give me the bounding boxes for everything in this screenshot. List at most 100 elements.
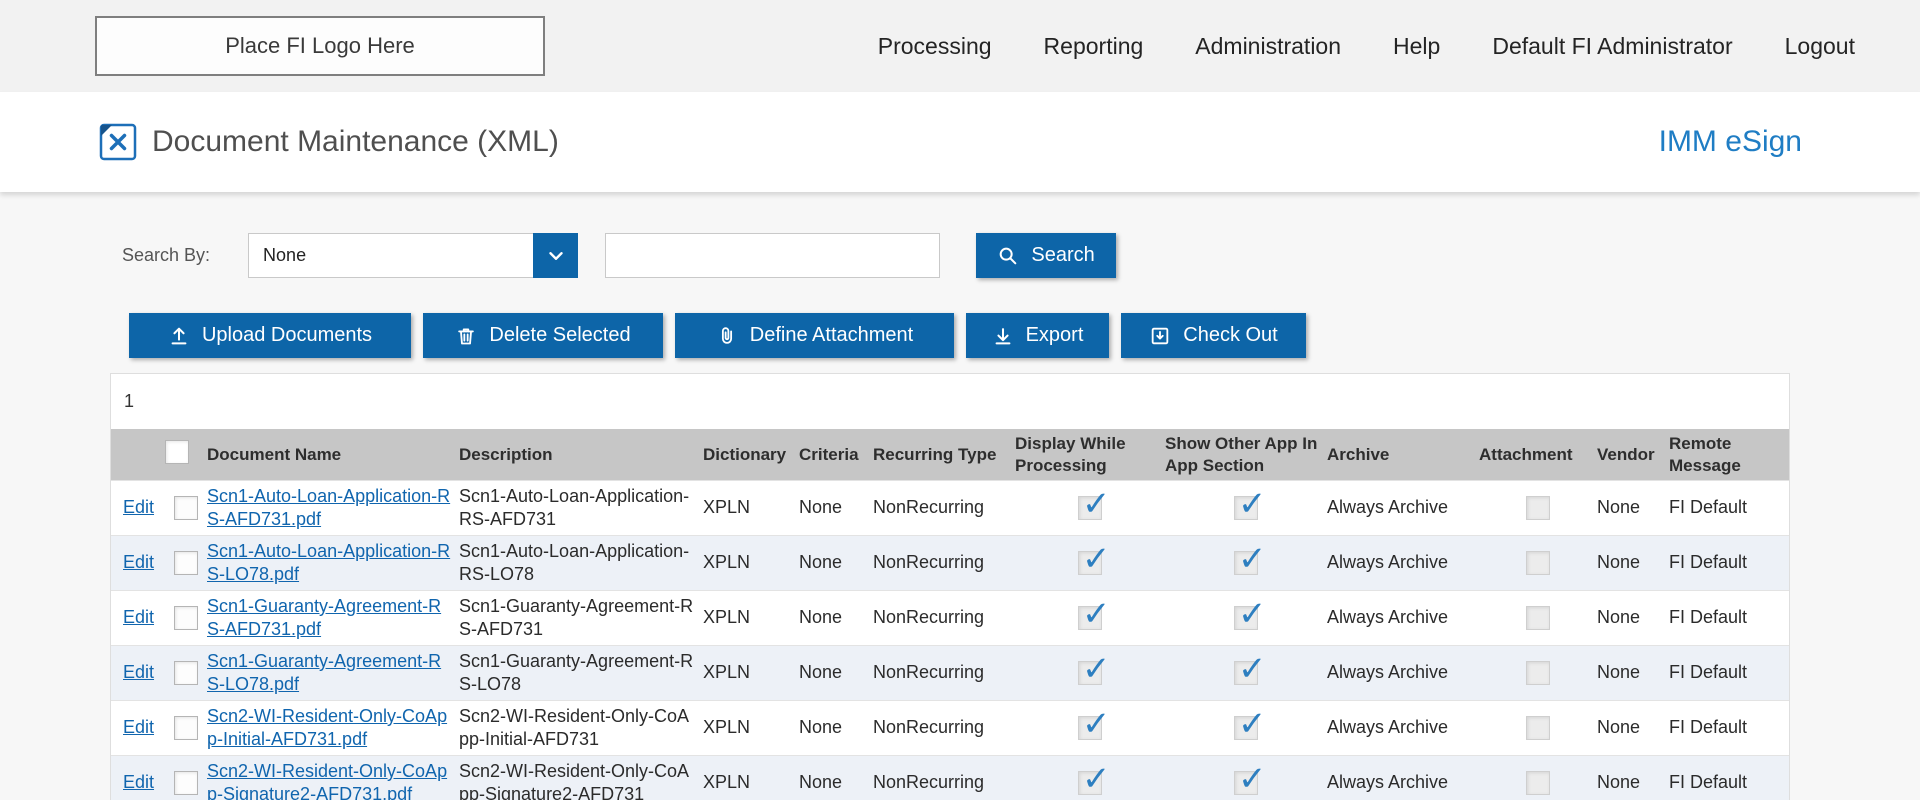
search-button[interactable]: Search xyxy=(976,233,1116,278)
column-show-other-app: Show Other App In App Section xyxy=(1165,433,1327,476)
table-row: Edit Scn2-WI-Resident-Only-CoApp-Initial… xyxy=(111,700,1789,755)
check-out-button[interactable]: Check Out xyxy=(1121,313,1306,358)
upload-icon xyxy=(168,325,190,347)
dropdown-arrow-button[interactable] xyxy=(533,233,578,278)
define-attachment-button[interactable]: Define Attachment xyxy=(675,313,954,358)
page-title: Document Maintenance (XML) xyxy=(152,125,559,159)
nav-administration[interactable]: Administration xyxy=(1195,33,1341,60)
row-checkbox[interactable] xyxy=(174,716,198,740)
delete-selected-button[interactable]: Delete Selected xyxy=(423,313,663,358)
pagination-bar: 1 xyxy=(111,374,1789,429)
table-row: Edit Scn1-Auto-Loan-Application-RS-LO78.… xyxy=(111,535,1789,590)
column-recurring-type: Recurring Type xyxy=(873,444,1015,465)
upload-documents-label: Upload Documents xyxy=(202,324,372,347)
document-name-link[interactable]: Scn2-WI-Resident-Only-CoApp-Initial-AFD7… xyxy=(207,706,447,749)
edit-link[interactable]: Edit xyxy=(123,717,154,737)
dictionary-cell: XPLN xyxy=(703,606,799,629)
page-number[interactable]: 1 xyxy=(124,391,134,412)
nav-default-fi-administrator[interactable]: Default FI Administrator xyxy=(1492,33,1732,60)
column-display-while-processing: Display While Processing xyxy=(1015,433,1165,476)
document-name-link[interactable]: Scn1-Guaranty-Agreement-RS-AFD731.pdf xyxy=(207,596,441,639)
show-other-app-checkbox[interactable]: ✓ xyxy=(1234,771,1258,795)
criteria-cell: None xyxy=(799,606,873,629)
check-out-label: Check Out xyxy=(1183,324,1277,347)
edit-link[interactable]: Edit xyxy=(123,497,154,517)
display-while-processing-checkbox[interactable]: ✓ xyxy=(1078,716,1102,740)
export-button[interactable]: Export xyxy=(966,313,1109,358)
search-input[interactable] xyxy=(605,233,940,278)
description-cell: Scn1-Auto-Loan-Application-RS-AFD731 xyxy=(459,485,703,531)
edit-link[interactable]: Edit xyxy=(123,552,154,572)
dictionary-cell: XPLN xyxy=(703,716,799,739)
archive-cell: Always Archive xyxy=(1327,771,1479,794)
search-by-dropdown[interactable]: None xyxy=(248,233,578,278)
display-while-processing-checkbox[interactable]: ✓ xyxy=(1078,771,1102,795)
document-name-link[interactable]: Scn1-Auto-Loan-Application-RS-AFD731.pdf xyxy=(207,486,450,529)
archive-cell: Always Archive xyxy=(1327,716,1479,739)
edit-link[interactable]: Edit xyxy=(123,662,154,682)
show-other-app-checkbox[interactable]: ✓ xyxy=(1234,551,1258,575)
document-name-link[interactable]: Scn2-WI-Resident-Only-CoApp-Signature2-A… xyxy=(207,761,447,800)
attachment-checkbox[interactable] xyxy=(1526,661,1550,685)
row-checkbox[interactable] xyxy=(174,771,198,795)
row-checkbox[interactable] xyxy=(174,551,198,575)
upload-documents-button[interactable]: Upload Documents xyxy=(129,313,411,358)
description-cell: Scn1-Guaranty-Agreement-RS-AFD731 xyxy=(459,595,703,641)
remote-message-cell: FI Default xyxy=(1669,771,1789,794)
fi-logo-placeholder: Place FI Logo Here xyxy=(95,16,545,76)
edit-link[interactable]: Edit xyxy=(123,607,154,627)
trash-icon xyxy=(455,325,477,347)
checked-icon: ✓ xyxy=(1082,593,1111,637)
table-row: Edit Scn1-Guaranty-Agreement-RS-AFD731.p… xyxy=(111,590,1789,645)
row-checkbox[interactable] xyxy=(174,661,198,685)
actions-row: Upload Documents Delete Selected Define … xyxy=(129,313,1920,358)
vendor-cell: None xyxy=(1597,661,1669,684)
remote-message-cell: FI Default xyxy=(1669,551,1789,574)
show-other-app-checkbox[interactable]: ✓ xyxy=(1234,716,1258,740)
column-dictionary: Dictionary xyxy=(703,444,799,465)
column-criteria: Criteria xyxy=(799,444,873,465)
paperclip-icon xyxy=(716,325,738,347)
select-all-checkbox[interactable] xyxy=(165,440,189,464)
vendor-cell: None xyxy=(1597,551,1669,574)
nav-reporting[interactable]: Reporting xyxy=(1044,33,1144,60)
criteria-cell: None xyxy=(799,551,873,574)
attachment-checkbox[interactable] xyxy=(1526,771,1550,795)
row-checkbox[interactable] xyxy=(174,496,198,520)
top-bar: Place FI Logo Here Processing Reporting … xyxy=(0,0,1920,92)
row-checkbox[interactable] xyxy=(174,606,198,630)
show-other-app-checkbox[interactable]: ✓ xyxy=(1234,606,1258,630)
main-content: Search By: None Search xyxy=(0,192,1920,800)
column-attachment: Attachment xyxy=(1479,444,1597,465)
archive-cell: Always Archive xyxy=(1327,496,1479,519)
attachment-checkbox[interactable] xyxy=(1526,496,1550,520)
recurring-type-cell: NonRecurring xyxy=(873,661,1015,684)
remote-message-cell: FI Default xyxy=(1669,716,1789,739)
attachment-checkbox[interactable] xyxy=(1526,716,1550,740)
show-other-app-checkbox[interactable]: ✓ xyxy=(1234,661,1258,685)
define-attachment-label: Define Attachment xyxy=(750,324,913,347)
nav-logout[interactable]: Logout xyxy=(1785,33,1855,60)
display-while-processing-checkbox[interactable]: ✓ xyxy=(1078,606,1102,630)
dictionary-cell: XPLN xyxy=(703,551,799,574)
export-icon xyxy=(992,325,1014,347)
display-while-processing-checkbox[interactable]: ✓ xyxy=(1078,551,1102,575)
description-cell: Scn1-Guaranty-Agreement-RS-LO78 xyxy=(459,650,703,696)
checked-icon: ✓ xyxy=(1238,593,1267,637)
description-cell: Scn1-Auto-Loan-Application-RS-LO78 xyxy=(459,540,703,586)
nav-processing[interactable]: Processing xyxy=(878,33,992,60)
display-while-processing-checkbox[interactable]: ✓ xyxy=(1078,496,1102,520)
nav-help[interactable]: Help xyxy=(1393,33,1440,60)
search-row: Search By: None Search xyxy=(122,233,1920,278)
edit-link[interactable]: Edit xyxy=(123,772,154,792)
document-xml-icon xyxy=(98,122,138,162)
document-name-link[interactable]: Scn1-Guaranty-Agreement-RS-LO78.pdf xyxy=(207,651,441,694)
attachment-checkbox[interactable] xyxy=(1526,551,1550,575)
table-row: Edit Scn1-Auto-Loan-Application-RS-AFD73… xyxy=(111,480,1789,535)
vendor-cell: None xyxy=(1597,716,1669,739)
document-name-link[interactable]: Scn1-Auto-Loan-Application-RS-LO78.pdf xyxy=(207,541,450,584)
attachment-checkbox[interactable] xyxy=(1526,606,1550,630)
show-other-app-checkbox[interactable]: ✓ xyxy=(1234,496,1258,520)
checkout-icon xyxy=(1149,325,1171,347)
display-while-processing-checkbox[interactable]: ✓ xyxy=(1078,661,1102,685)
